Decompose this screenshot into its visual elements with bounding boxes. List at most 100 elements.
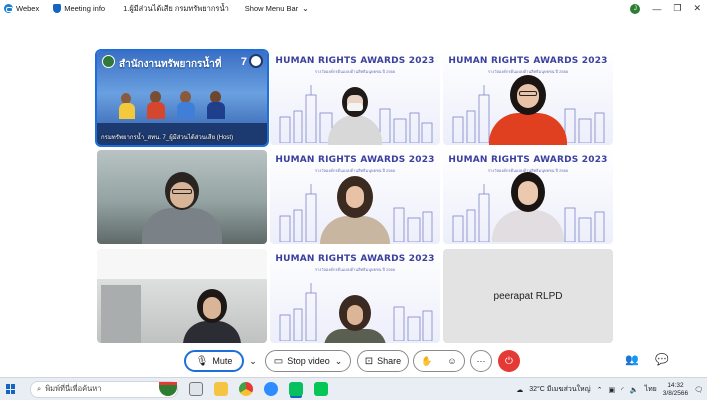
banner-number: 7 (240, 56, 247, 68)
taskbar-clock[interactable]: 14:32 3/8/2566 (663, 382, 688, 398)
leave-meeting-button[interactable]: ⏻ (498, 350, 520, 372)
mute-button[interactable]: 🎙 Mute (184, 350, 244, 372)
more-options-button[interactable]: ··· (470, 350, 492, 372)
share-button[interactable]: ⊡ Share (357, 350, 409, 372)
file-explorer-icon[interactable] (214, 382, 228, 396)
participant-figure (489, 75, 567, 145)
chevron-up-icon[interactable]: ⌃ (597, 386, 603, 394)
show-menu-bar-label: Show Menu Bar (244, 4, 299, 13)
virtual-background-title: HUMAN RIGHTS AWARDS 2023 (275, 56, 435, 66)
department-logo-icon (249, 54, 263, 68)
user-avatar[interactable]: J (630, 3, 641, 14)
video-tile-participant[interactable]: HUMAN RIGHTS AWARDS 2023 รางวัลองค์กรต้น… (270, 51, 440, 145)
participants-icon[interactable]: 👥 (625, 353, 639, 366)
emoji-reaction-icon[interactable]: ☺ (447, 356, 456, 366)
weather-icon: ☁ (516, 386, 524, 394)
windows-start-icon[interactable] (6, 384, 16, 394)
webex-taskbar-icon[interactable] (289, 382, 303, 396)
minimize-button[interactable]: — (652, 4, 661, 14)
wifi-icon[interactable]: ◜ (621, 386, 624, 394)
webex-app-menu[interactable]: Webex (4, 4, 39, 13)
participant-figure (183, 289, 241, 343)
meeting-title: 1.ผู้มีส่วนได้เสีย กรมทรัพยากรน้ำ (123, 3, 229, 13)
microphone-icon: 🎙 (195, 355, 209, 367)
taskbar-search-box[interactable]: ⌕ พิมพ์ที่นี่เพื่อค้นหา (30, 380, 178, 398)
share-screen-icon: ⊡ (364, 355, 374, 367)
maximize-button[interactable]: ❐ (673, 3, 681, 14)
chevron-down-icon: ⌄ (249, 355, 257, 366)
volume-icon[interactable]: 🔈 (630, 386, 639, 394)
virtual-background-title: HUMAN RIGHTS AWARDS 2023 (275, 254, 435, 264)
system-tray: ☁ 32°C มีเมฆส่วนใหญ่ ⌃ ▣ ◜ 🔈 ไทย 14:32 3… (516, 378, 703, 401)
audio-options-chevron[interactable]: ⌄ (244, 350, 262, 372)
office-shelf (101, 285, 141, 343)
video-tile-participant[interactable] (97, 249, 267, 343)
participant-figure (147, 91, 165, 119)
shield-icon (53, 4, 62, 13)
participant-name-label: กรมทรัพยากรน้ำ_สทน. 7_ผู้มีส่วนได้ส่วนเส… (101, 135, 234, 141)
meeting-info-label: Meeting info (64, 4, 106, 13)
close-button[interactable]: ✕ (693, 3, 701, 14)
chevron-down-icon: ⌄ (302, 4, 309, 13)
participant-figure (142, 172, 222, 244)
clock-time: 14:32 (667, 381, 684, 389)
show-menu-bar-button[interactable]: Show Menu Bar ⌄ (245, 4, 309, 13)
weather-label[interactable]: 32°C มีเมฆส่วนใหญ่ (529, 384, 590, 395)
video-tile-host[interactable]: สำนักงานทรัพยากรน้ำที่ 7 กรมทรัพยากรน้ำ_… (97, 51, 267, 145)
chevron-down-icon: ⌄ (334, 355, 343, 366)
clock-date: 3/8/2566 (662, 389, 689, 397)
video-grid: สำนักงานทรัพยากรน้ำที่ 7 กรมทรัพยากรน้ำ_… (0, 17, 707, 345)
windows-taskbar: ⌕ พิมพ์ที่นี่เพื่อค้นหา ☁ 32°C มีเมฆส่วน… (0, 377, 707, 400)
meeting-info-button[interactable]: Meeting info (53, 4, 105, 13)
webex-logo-icon (4, 4, 13, 13)
search-icon: ⌕ (37, 384, 42, 393)
reactions-group: ✋ ☺ (413, 350, 465, 372)
video-camera-icon: ▭ (273, 355, 284, 367)
video-tile-participant[interactable] (97, 150, 267, 244)
stop-video-label: Stop video (287, 356, 330, 366)
participant-figure (177, 91, 195, 119)
tray-app-icon[interactable]: ▣ (608, 386, 615, 394)
app-name: Webex (16, 4, 40, 13)
line-icon[interactable] (314, 382, 328, 396)
chat-icon[interactable]: 💬 (655, 353, 669, 366)
title-bar: Webex Meeting info 1.ผู้มีส่วนได้เสีย กร… (0, 0, 707, 17)
language-indicator[interactable]: ไทย (645, 384, 657, 395)
virtual-background-subtitle: รางวัลองค์กรต้นแบบด้านสิทธิมนุษยชน ปี 25… (314, 267, 396, 272)
leave-icon: ⏻ (505, 355, 513, 367)
banner-title: สำนักงานทรัพยากรน้ำที่ (119, 59, 222, 70)
virtual-background-title: HUMAN RIGHTS AWARDS 2023 (448, 155, 608, 165)
participant-figure (320, 176, 390, 244)
notifications-icon[interactable]: 🗨 (694, 386, 703, 394)
department-seal-icon (102, 55, 115, 68)
participant-figure (119, 93, 135, 119)
virtual-background-title: HUMAN RIGHTS AWARDS 2023 (275, 155, 435, 165)
task-view-icon[interactable] (189, 382, 203, 396)
share-label: Share (377, 356, 402, 366)
participant-figure (492, 172, 564, 242)
participant-figure (328, 87, 382, 145)
virtual-background-subtitle: รางวัลองค์กรต้นแบบด้านสิทธิมนุษยชน ปี 25… (487, 69, 569, 74)
virtual-background-title: HUMAN RIGHTS AWARDS 2023 (448, 56, 608, 66)
stop-video-button[interactable]: ▭ Stop video ⌄ (265, 350, 351, 372)
participant-name-label: peerapat RLPD (493, 290, 563, 302)
video-tile-participant[interactable]: HUMAN RIGHTS AWARDS 2023 รางวัลองค์กรต้น… (443, 150, 613, 244)
virtual-background-subtitle: รางวัลองค์กรต้นแบบด้านสิทธิมนุษยชน ปี 25… (314, 168, 396, 173)
chrome-icon[interactable] (239, 382, 253, 396)
more-options-icon: ··· (476, 356, 486, 366)
mute-label: Mute (212, 356, 233, 366)
video-tile-no-video[interactable]: peerapat RLPD (443, 249, 613, 343)
participant-figure (207, 91, 225, 119)
raise-hand-icon[interactable]: ✋ (421, 356, 432, 367)
window-controls: J — ❐ ✕ (630, 0, 701, 17)
meeting-controls: 🎙 Mute ⌄ ▭ Stop video ⌄ ⊡ Share ✋ ☺ ··· … (0, 345, 707, 377)
video-tile-participant[interactable]: HUMAN RIGHTS AWARDS 2023 รางวัลองค์กรต้น… (443, 51, 613, 145)
ceiling (97, 249, 267, 279)
zoom-icon[interactable] (264, 382, 278, 396)
search-placeholder: พิมพ์ที่นี่เพื่อค้นหา (45, 384, 102, 393)
watermelon-illustration-icon (159, 382, 177, 396)
participant-figure (324, 295, 386, 343)
video-tile-participant[interactable]: HUMAN RIGHTS AWARDS 2023 รางวัลองค์กรต้น… (270, 249, 440, 343)
virtual-background-subtitle: รางวัลองค์กรต้นแบบด้านสิทธิมนุษยชน ปี 25… (314, 69, 396, 74)
video-tile-participant[interactable]: HUMAN RIGHTS AWARDS 2023 รางวัลองค์กรต้น… (270, 150, 440, 244)
